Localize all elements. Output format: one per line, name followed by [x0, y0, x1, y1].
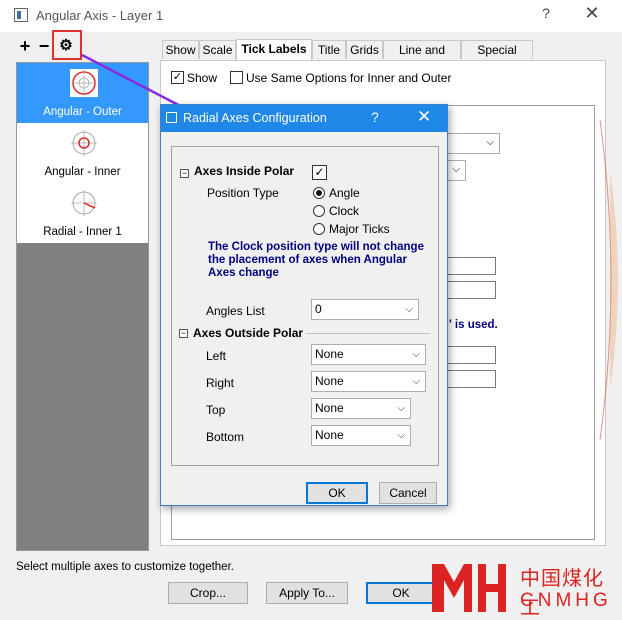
- close-button[interactable]: ✕: [580, 3, 604, 25]
- tab-line-and-ticks[interactable]: Line and Ticks: [383, 40, 461, 76]
- same-options-checkbox[interactable]: [230, 71, 243, 84]
- add-axis-button[interactable]: +: [16, 37, 34, 56]
- left-dropdown[interactable]: None ⌵: [311, 344, 426, 365]
- background-hint-text: ' is used.: [449, 319, 498, 331]
- tab-title[interactable]: Title: [312, 40, 346, 59]
- radio-angle[interactable]: [313, 187, 325, 199]
- watermark-en-text: CNMHG: [520, 590, 612, 611]
- left-label: Left: [206, 349, 227, 363]
- radial-axes-dialog: Radial Axes Configuration ? ✕ − Axes Ins…: [160, 104, 448, 506]
- collapse-icon[interactable]: −: [180, 169, 189, 178]
- bottom-dropdown[interactable]: None ⌵: [311, 425, 411, 446]
- radio-angle-label: Angle: [329, 186, 360, 200]
- angular-outer-icon: [70, 69, 98, 97]
- title-bar: Angular Axis - Layer 1 ? ✕: [0, 0, 622, 32]
- chevron-down-icon: ⌵: [405, 304, 413, 315]
- ok-button[interactable]: OK: [366, 582, 436, 604]
- top-dropdown[interactable]: None ⌵: [311, 398, 411, 419]
- window-title: Angular Axis - Layer 1: [36, 8, 164, 23]
- dialog-cancel-button[interactable]: Cancel: [379, 482, 437, 504]
- dialog-title: Radial Axes Configuration: [183, 111, 327, 125]
- outside-polar-header: Axes Outside Polar: [193, 326, 304, 340]
- chevron-down-icon: ⌵: [397, 430, 405, 441]
- dialog-app-icon: [166, 112, 177, 123]
- tab-scale[interactable]: Scale: [199, 40, 236, 59]
- same-options-label: Use Same Options for Inner and Outer: [246, 71, 452, 85]
- dialog-ok-button[interactable]: OK: [306, 482, 368, 504]
- radio-clock[interactable]: [313, 205, 325, 217]
- background-input[interactable]: [440, 370, 496, 388]
- radio-clock-label: Clock: [329, 204, 360, 218]
- collapse-icon[interactable]: −: [179, 329, 188, 338]
- app-icon: [14, 8, 28, 22]
- dialog-help-button[interactable]: ?: [371, 109, 379, 125]
- chevron-down-icon: ⌵: [412, 349, 420, 360]
- show-checkbox[interactable]: ✓: [171, 71, 184, 84]
- right-dropdown[interactable]: None ⌵: [311, 371, 426, 392]
- watermark-logo: [432, 564, 506, 612]
- inside-polar-header: Axes Inside Polar: [194, 164, 295, 178]
- position-type-label: Position Type: [207, 186, 279, 200]
- chevron-down-icon: ⌵: [412, 376, 420, 387]
- tab-show[interactable]: Show: [162, 40, 199, 59]
- crop-button[interactable]: Crop...: [168, 582, 248, 604]
- bottom-label: Bottom: [206, 430, 245, 444]
- background-input[interactable]: [440, 281, 496, 299]
- help-button[interactable]: ?: [536, 5, 556, 25]
- polar-plot-preview: [599, 119, 618, 441]
- background-dropdown[interactable]: ⌵: [440, 133, 500, 154]
- chevron-down-icon: ⌵: [486, 137, 494, 148]
- axis-list-item-label: Radial - Inner 1: [43, 226, 122, 238]
- top-value: None: [315, 401, 344, 415]
- background-input[interactable]: [440, 257, 496, 275]
- remove-axis-button[interactable]: −: [35, 37, 53, 56]
- show-checkbox-label: Show: [187, 71, 218, 85]
- settings-highlight-box: [52, 30, 82, 60]
- radio-major-ticks-label: Major Ticks: [329, 222, 390, 236]
- axis-list-item-label: Angular - Inner: [44, 166, 121, 178]
- dialog-title-bar: Radial Axes Configuration ? ✕: [161, 105, 447, 132]
- angles-list-dropdown[interactable]: 0 ⌵: [311, 299, 419, 320]
- apply-to-button[interactable]: Apply To...: [266, 582, 348, 604]
- tab-grids[interactable]: Grids: [346, 40, 383, 59]
- axis-list-item-angular-outer[interactable]: Angular - Outer: [17, 63, 148, 123]
- clock-note-text: The Clock position type will not change …: [208, 241, 424, 279]
- tab-tick-labels[interactable]: Tick Labels: [236, 39, 312, 60]
- radial-inner-icon: [70, 189, 98, 217]
- status-text: Select multiple axes to customize togeth…: [16, 561, 234, 573]
- axis-list-item-radial-inner[interactable]: Radial - Inner 1: [17, 183, 148, 243]
- left-value: None: [315, 347, 344, 361]
- chevron-down-icon: ⌵: [397, 403, 405, 414]
- axis-list: Angular - Outer Angular - Inner Radial -…: [16, 62, 149, 551]
- angular-inner-icon: [70, 129, 98, 157]
- dialog-close-button[interactable]: ✕: [417, 107, 431, 127]
- axis-list-item-label: Angular - Outer: [43, 106, 122, 118]
- chevron-down-icon: ⌵: [452, 164, 460, 175]
- background-input[interactable]: [440, 346, 496, 364]
- top-label: Top: [206, 403, 226, 417]
- tab-special-ticks[interactable]: Special Ticks: [461, 40, 533, 76]
- right-value: None: [315, 374, 344, 388]
- right-label: Right: [206, 376, 235, 390]
- bottom-value: None: [315, 428, 344, 442]
- section-divider: [306, 333, 430, 334]
- angles-list-label: Angles List: [206, 304, 265, 318]
- angles-list-value: 0: [315, 302, 322, 316]
- radio-major-ticks[interactable]: [313, 223, 325, 235]
- axis-list-item-angular-inner[interactable]: Angular - Inner: [17, 123, 148, 183]
- inside-polar-checkbox[interactable]: ✓: [312, 165, 327, 180]
